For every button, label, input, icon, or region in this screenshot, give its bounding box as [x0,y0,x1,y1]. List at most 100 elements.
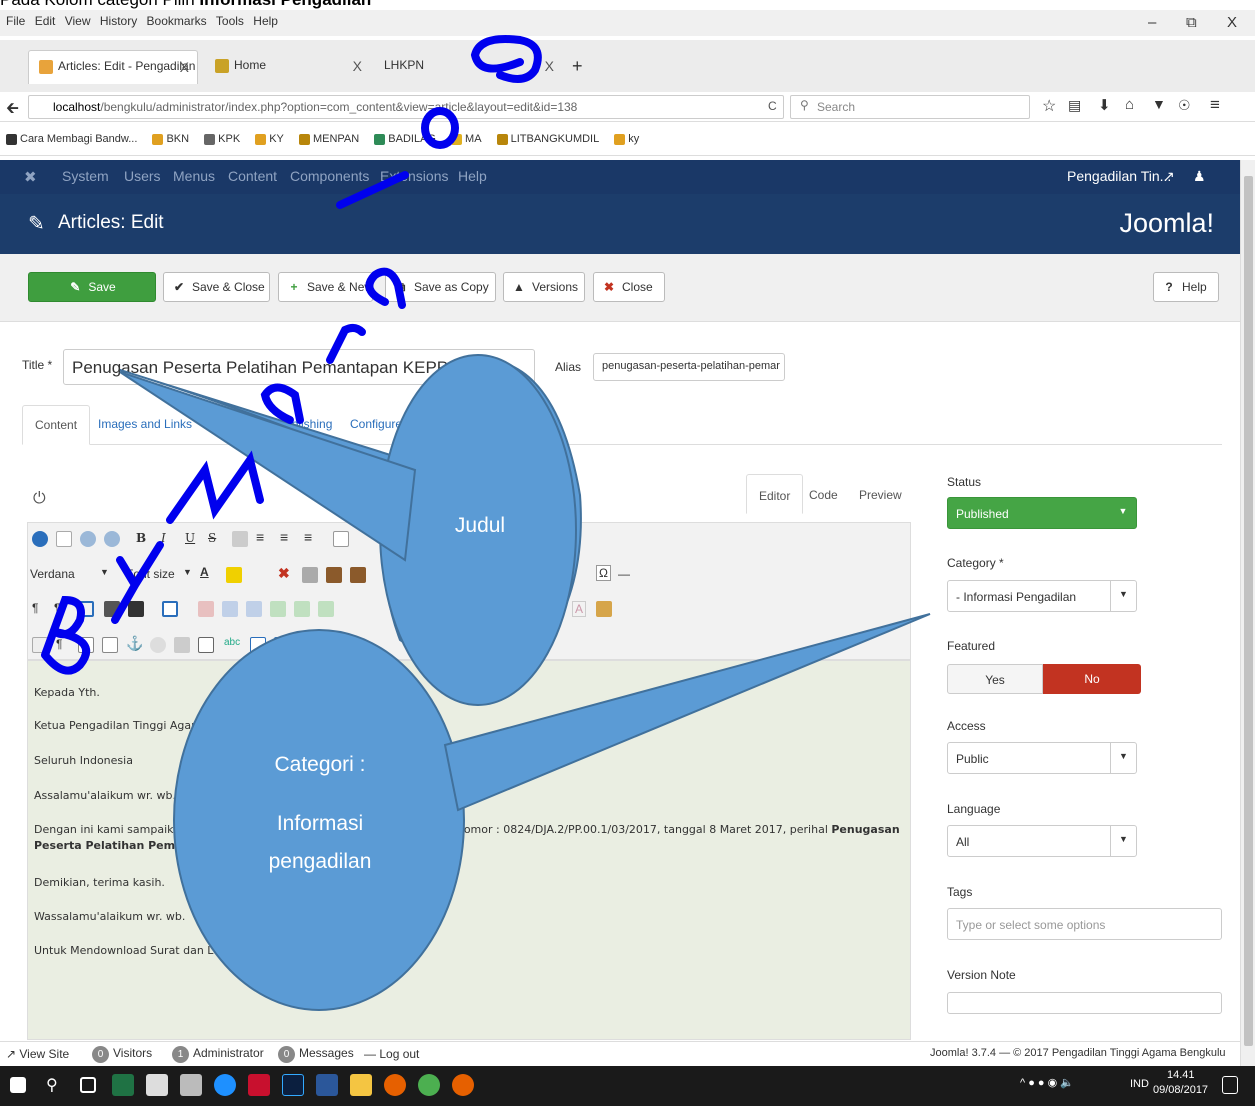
tab-publishing[interactable]: Publishing [265,405,344,445]
table-merge-icon[interactable] [270,601,286,617]
windows-start-icon[interactable] [10,1077,26,1093]
paste-icon[interactable] [326,567,342,583]
font-family-caret-icon[interactable]: ▼ [100,567,109,577]
reading-list-icon[interactable]: ▤ [1068,97,1081,114]
messages-link[interactable]: 0 Messages [278,1046,354,1063]
close-window-button[interactable]: X [1227,14,1237,31]
download-icon[interactable]: ⬇ [1098,96,1111,114]
new-tab-button[interactable]: + [572,56,583,77]
joomla-logo-icon[interactable]: ✖ [24,168,37,186]
versions-button[interactable]: ▲ Versions [503,272,585,302]
menu-view[interactable]: View [65,14,91,28]
fullscreen-icon[interactable] [78,601,94,617]
table-row-icon[interactable] [198,601,214,617]
task-view-icon[interactable] [80,1077,96,1093]
bookmark-item[interactable]: ky [614,133,645,145]
menu-file[interactable]: File [6,14,25,28]
featured-no-button[interactable]: No [1043,664,1141,694]
user-icon[interactable]: ♟ [1193,168,1206,185]
justify-icon[interactable]: ≡ [304,529,312,545]
box-a-icon[interactable]: A [572,601,587,617]
alias-input[interactable]: penugasan-peserta-pelatihan-pemar [593,353,785,381]
save-as-copy-button[interactable]: ⧉ Save as Copy [385,272,496,302]
restore-button[interactable]: ⧉ [1186,14,1197,31]
link-icon[interactable] [174,637,190,653]
photoshop-icon[interactable] [282,1074,304,1096]
blockquote-icon[interactable] [333,531,349,547]
category-select[interactable]: - Informasi Pengadilan ▼ [947,580,1137,612]
nav-extensions[interactable]: Extensions [380,168,448,184]
menu-edit[interactable]: Edit [35,14,56,28]
text-color-icon[interactable]: A [200,565,209,579]
table-cell-icon[interactable] [246,601,262,617]
ie-icon[interactable] [214,1074,236,1096]
insert-layer-icon[interactable] [102,637,118,653]
clock-date[interactable]: 09/08/2017 [1153,1084,1208,1096]
notification-icon[interactable] [1222,1076,1238,1094]
browser-tab-home[interactable]: Home X [205,50,370,84]
table-split-icon[interactable] [294,601,310,617]
grid-icon[interactable] [32,637,48,653]
template-icon[interactable] [596,601,612,617]
visitors-link[interactable]: 0 Visitors [92,1046,152,1063]
menu-bookmarks[interactable]: Bookmarks [147,14,207,28]
table-icon[interactable] [162,601,178,617]
tab-close-icon[interactable]: X [545,58,554,74]
nav-components[interactable]: Components [290,168,369,184]
bookmark-item[interactable]: LITBANGKUMDIL [496,133,606,145]
copy-doc-icon[interactable] [302,567,318,583]
word-icon[interactable] [316,1074,338,1096]
tray-icons[interactable]: ^ ● ● ◉ 🔈 [1020,1076,1074,1089]
help-button[interactable]: ? Help [1153,272,1219,302]
table-col-icon[interactable] [222,601,238,617]
access-select[interactable]: Public ▼ [947,742,1137,774]
scrollbar-thumb[interactable] [1244,176,1253,1046]
reload-icon[interactable]: C [768,99,777,113]
nav-content[interactable]: Content [228,168,277,184]
tab-content[interactable]: Content [22,405,91,445]
tab-options[interactable]: Options [202,405,267,445]
back-arrow-icon[interactable]: 🡰 [6,97,19,124]
language-indicator[interactable]: IND [1130,1078,1149,1090]
print-icon[interactable] [104,601,120,617]
browser-tab-articles[interactable]: Articles: Edit - Pengadilan ... X [28,50,198,84]
firefox-icon[interactable] [384,1074,406,1096]
redo-icon[interactable] [104,531,120,547]
tab-images-links[interactable]: Images and Links [86,405,204,445]
chrome-icon[interactable] [418,1074,440,1096]
editor-tab-preview[interactable]: Preview [847,474,914,514]
editor-tab-editor[interactable]: Editor [746,474,804,514]
font-size-select[interactable]: Font size [126,567,175,581]
align-left-icon[interactable] [232,531,248,547]
excel-icon[interactable] [112,1074,134,1096]
show-blocks-icon[interactable]: ¶ [56,637,62,651]
search-taskbar-icon[interactable]: ⚲ [46,1075,58,1095]
style-props-icon[interactable] [78,637,94,653]
home-icon[interactable]: ⌂ [1125,96,1134,113]
undo-icon[interactable] [80,531,96,547]
logout-link[interactable]: — Log out [364,1047,419,1061]
bookmark-item[interactable]: MA [451,133,488,145]
firefox-icon-2[interactable] [452,1074,474,1096]
bookmark-item[interactable]: BKN [152,133,195,145]
status-select[interactable]: Published ▼ [947,497,1137,529]
highlight-icon[interactable] [226,567,242,583]
align-right-icon[interactable]: ≡ [280,529,288,545]
unlink-icon[interactable] [150,637,166,653]
cut-icon[interactable]: ✖ [278,565,290,582]
save-new-button[interactable]: + Save & New [278,272,373,302]
strikethrough-icon[interactable]: S [208,531,216,545]
special-char-icon[interactable]: Ω [596,565,611,581]
bold-icon[interactable]: B [136,531,146,545]
language-select[interactable]: All ▼ [947,825,1137,857]
font-family-select[interactable]: Verdana [30,567,75,581]
bookmark-item[interactable]: Cara Membagi Bandw... [6,133,143,145]
save-button[interactable]: ✎ Save [28,272,156,302]
close-button[interactable]: ✖ Close [593,272,665,302]
nav-system[interactable]: System [62,168,109,184]
external-link-icon[interactable]: ↗ [1163,168,1175,185]
underline-icon[interactable]: U [185,531,195,545]
pagebreak-icon[interactable] [250,637,266,653]
bookmark-star-icon[interactable]: ☆ [1042,96,1056,116]
bookmark-item[interactable]: KY [255,133,290,145]
